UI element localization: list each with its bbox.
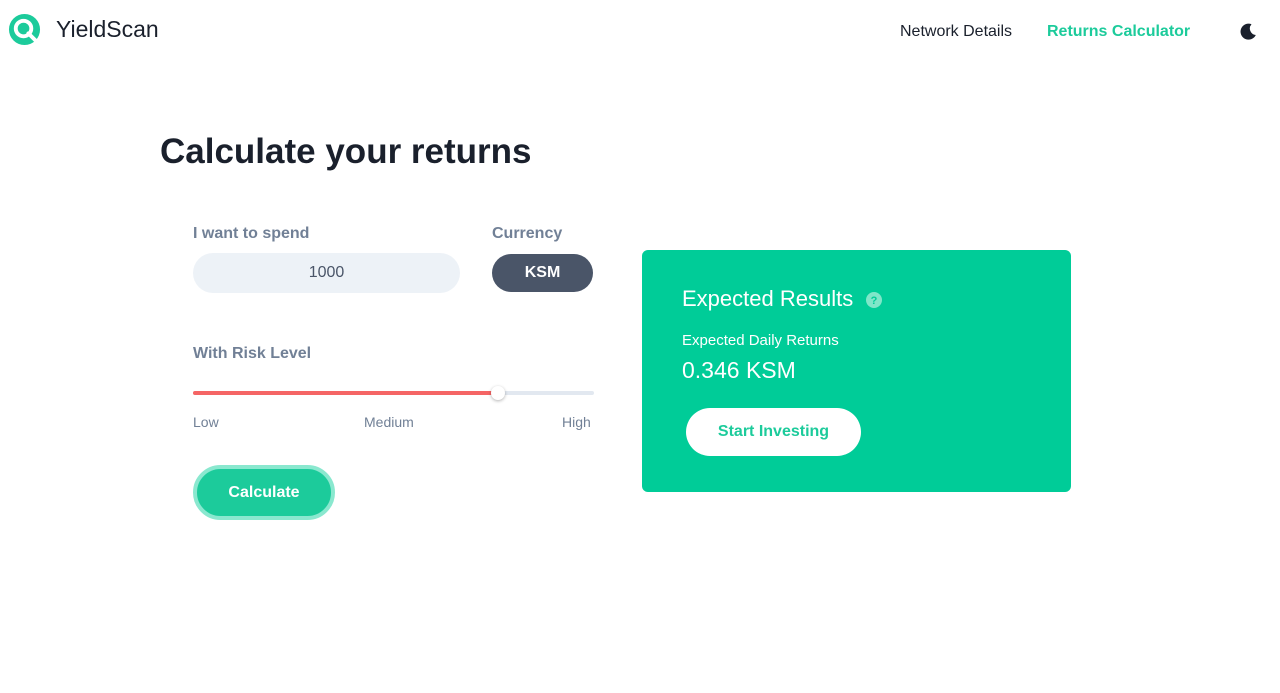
risk-slider-fill: [193, 391, 498, 395]
daily-returns-label: Expected Daily Returns: [682, 332, 839, 349]
nav-network-details[interactable]: Network Details: [900, 23, 1012, 41]
currency-selector[interactable]: KSM: [492, 254, 593, 292]
results-title: Expected Results: [682, 286, 854, 311]
risk-tick-low: Low: [193, 414, 219, 430]
top-header: YieldScan Network Details Returns Calcul…: [0, 0, 1280, 64]
risk-tick-high: High: [562, 414, 591, 430]
start-investing-button[interactable]: Start Investing: [686, 408, 861, 456]
risk-slider-thumb[interactable]: [490, 386, 505, 400]
yieldscan-logo-icon[interactable]: [8, 13, 41, 46]
calculate-button[interactable]: Calculate: [193, 465, 335, 520]
risk-tick-medium: Medium: [364, 414, 414, 430]
spend-amount-input[interactable]: [193, 253, 460, 293]
risk-level-slider[interactable]: [193, 386, 594, 400]
dark-mode-toggle-icon[interactable]: [1238, 22, 1258, 42]
spend-label: I want to spend: [193, 225, 310, 242]
daily-returns-value: 0.346 KSM: [682, 357, 796, 383]
currency-label: Currency: [492, 225, 563, 242]
brand-name[interactable]: YieldScan: [56, 16, 159, 43]
expected-results-card: Expected Results ? Expected Daily Return…: [642, 250, 1071, 492]
risk-level-label: With Risk Level: [193, 345, 312, 362]
page-title: Calculate your returns: [160, 132, 532, 171]
svg-text:?: ?: [871, 295, 878, 307]
nav-returns-calculator[interactable]: Returns Calculator: [1047, 23, 1190, 41]
help-icon[interactable]: ?: [866, 292, 882, 308]
